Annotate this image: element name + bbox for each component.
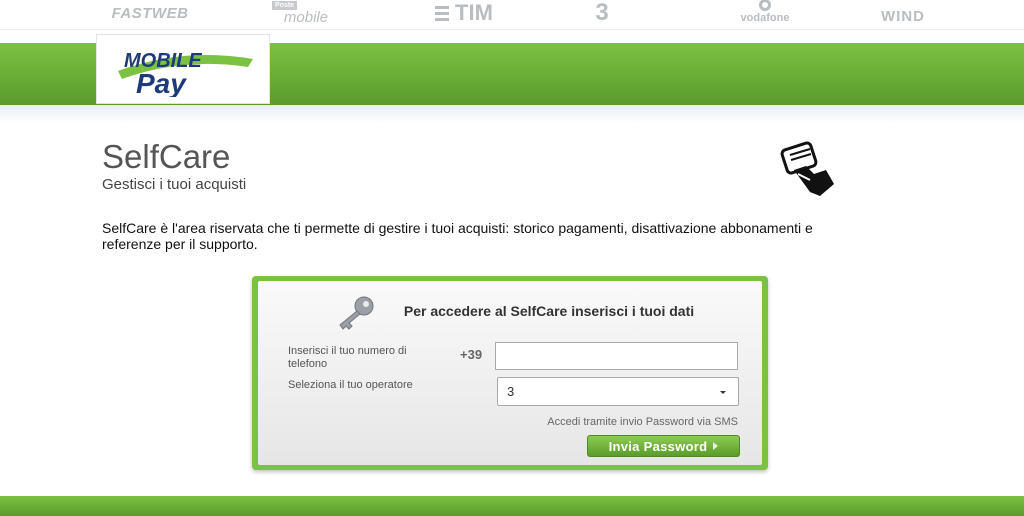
operator-select-value: 3 <box>507 384 515 399</box>
vodafone-logo: vodafone <box>720 0 810 26</box>
vodafone-logo-text: vodafone <box>740 11 790 24</box>
postemobile-logo-big: mobile <box>283 9 329 26</box>
tim-logo: TIM <box>416 0 512 25</box>
login-panel: Per accedere al SelfCare inserisci i tuo… <box>252 276 768 470</box>
play-arrow-icon <box>713 442 719 450</box>
wind-logo: WIND <box>870 4 936 28</box>
page-title: SelfCare <box>102 138 231 175</box>
fastweb-logo-text: FASTWEB <box>111 4 189 22</box>
fastweb-logo: FASTWEB <box>100 1 200 25</box>
operator-label: Seleziona il tuo operatore <box>288 379 413 391</box>
sms-note: Accedi tramite invio Password via SMS <box>547 416 738 428</box>
green-footer-bar <box>0 496 1024 516</box>
operator-strip: FASTWEB Poste mobile TIM 3 vodafone WIND <box>0 0 1024 30</box>
vodafone-ring-icon <box>759 0 771 11</box>
phone-label: Inserisci il tuo numero di telefono <box>288 345 407 370</box>
tim-logo-text: TIM <box>455 0 493 25</box>
three-logo: 3 <box>585 0 619 26</box>
three-logo-text: 3 <box>595 0 609 26</box>
send-password-button[interactable]: Invia Password <box>587 435 740 457</box>
chevron-down-icon <box>720 391 726 394</box>
operator-select[interactable]: 3 <box>497 377 739 406</box>
header-shadow <box>0 105 1024 123</box>
logo-line2: Pay <box>136 68 187 97</box>
hand-phone-icon <box>780 141 834 196</box>
postemobile-logo: Poste mobile <box>268 1 344 25</box>
phone-input[interactable] <box>495 342 738 370</box>
key-icon <box>339 296 374 330</box>
login-panel-inner: Per accedere al SelfCare inserisci i tuo… <box>258 281 762 465</box>
mobilepay-logo[interactable]: MOBILE Pay <box>96 34 270 104</box>
tim-bars-icon <box>435 5 450 21</box>
login-title: Per accedere al SelfCare inserisci i tuo… <box>403 303 695 319</box>
phone-prefix: +39 <box>460 347 483 362</box>
mobilepay-logo-graphic: MOBILE Pay <box>118 50 253 97</box>
wind-logo-text: WIND <box>881 7 925 25</box>
page-subtitle: Gestisci i tuoi acquisti <box>102 176 247 193</box>
intro-text: SelfCare è l'area riservata che ti perme… <box>102 220 813 252</box>
send-password-button-label: Invia Password <box>608 438 708 454</box>
